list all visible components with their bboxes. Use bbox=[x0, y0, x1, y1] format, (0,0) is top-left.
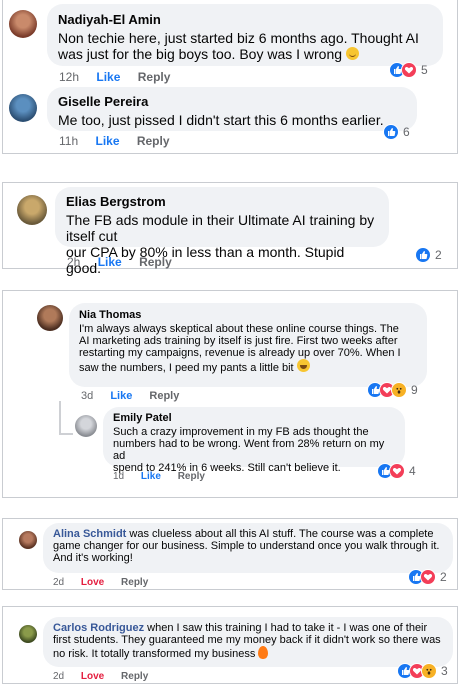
love-reaction-icon bbox=[389, 463, 405, 479]
comment-actions: 3d Like Reply bbox=[81, 390, 193, 402]
avatar[interactable] bbox=[9, 10, 37, 38]
comment-text: Carlos Rodriguez when I saw this trainin… bbox=[53, 622, 428, 634]
comment-card-5: Carlos Rodriguez when I saw this trainin… bbox=[2, 606, 458, 684]
comment-time[interactable]: 12h bbox=[59, 70, 79, 84]
comment-actions: 1d Like Reply bbox=[113, 471, 219, 482]
like-button[interactable]: Like bbox=[141, 471, 161, 482]
reaction-count: 9 bbox=[411, 383, 418, 397]
comment-text: Non techie here, just started biz 6 mont… bbox=[58, 30, 419, 46]
reply-button[interactable]: Reply bbox=[121, 671, 148, 682]
comment-text: And it's working! bbox=[53, 552, 133, 564]
comment-text: Alina Schmidt was clueless about all thi… bbox=[53, 528, 434, 540]
like-button[interactable]: Like bbox=[110, 390, 132, 402]
comment-card-4: Alina Schmidt was clueless about all thi… bbox=[2, 518, 458, 590]
like-button[interactable]: Like bbox=[96, 70, 120, 84]
thread-line bbox=[59, 433, 73, 435]
comment-author[interactable]: Nadiyah-El Amin bbox=[58, 12, 432, 27]
laughing-emoji-icon bbox=[296, 359, 310, 372]
comment-time[interactable]: 11h bbox=[59, 134, 78, 148]
comment-card-3: Nia Thomas I'm always always skeptical a… bbox=[2, 290, 458, 498]
reaction-summary[interactable]: 3 bbox=[397, 663, 448, 679]
comment-bubble: Carlos Rodriguez when I saw this trainin… bbox=[43, 617, 453, 667]
comment-bubble: Emily Patel Such a crazy improvement in … bbox=[103, 407, 405, 474]
reaction-summary[interactable]: 2 bbox=[408, 569, 447, 585]
comment-actions: 2h Like Reply bbox=[67, 255, 186, 269]
reaction-count: 6 bbox=[403, 125, 410, 139]
comment-actions: 11h Like Reply bbox=[59, 134, 184, 148]
reaction-count: 5 bbox=[421, 63, 428, 77]
avatar[interactable] bbox=[17, 195, 47, 225]
comment-actions: 12h Like Reply bbox=[59, 70, 184, 84]
comment-text: saw the numbers, I peed my pants a littl… bbox=[79, 359, 417, 374]
thread-line bbox=[59, 401, 61, 435]
comment-text: Me too, just pissed I didn't start this … bbox=[58, 112, 384, 128]
comment-author[interactable]: Nia Thomas bbox=[79, 309, 417, 321]
comment-text: no risk. It totally transformed my busin… bbox=[53, 646, 443, 660]
like-reaction-icon bbox=[383, 124, 399, 140]
like-button[interactable]: Like bbox=[98, 255, 122, 269]
comment-author[interactable]: Giselle Pereira bbox=[58, 94, 406, 109]
wow-reaction-icon bbox=[391, 382, 407, 398]
reply-button[interactable]: Reply bbox=[139, 255, 172, 269]
comment-text: AI marketing ads training by itself is j… bbox=[79, 335, 398, 347]
comment-bubble: Alina Schmidt was clueless about all thi… bbox=[43, 523, 453, 573]
reply-button[interactable]: Reply bbox=[121, 577, 148, 588]
reply-button[interactable]: Reply bbox=[178, 471, 205, 482]
comment-actions: 2d Love Reply bbox=[53, 577, 162, 588]
comment-text: The FB ads module in their Ultimate AI t… bbox=[66, 212, 375, 244]
reaction-count: 4 bbox=[409, 464, 416, 478]
reaction-count: 2 bbox=[435, 248, 442, 262]
comment-bubble: Nadiyah-El Amin Non techie here, just st… bbox=[47, 4, 443, 66]
reaction-count: 3 bbox=[441, 664, 448, 678]
reaction-summary[interactable]: 5 bbox=[389, 62, 428, 78]
comment-time[interactable]: 1d bbox=[113, 471, 124, 482]
avatar[interactable] bbox=[37, 305, 63, 331]
comment-actions: 2d Love Reply bbox=[53, 671, 162, 682]
like-button[interactable]: Like bbox=[95, 134, 119, 148]
reaction-summary[interactable]: 9 bbox=[367, 382, 418, 398]
reply-button[interactable]: Reply bbox=[149, 390, 179, 402]
comment-bubble: Elias Bergstrom The FB ads module in the… bbox=[55, 187, 389, 276]
comment-author[interactable]: Emily Patel bbox=[113, 412, 395, 424]
avatar[interactable] bbox=[9, 94, 37, 122]
comment-text: restarting my campaigns, revenue is alre… bbox=[79, 347, 401, 359]
comment-bubble: Nia Thomas I'm always always skeptical a… bbox=[69, 303, 427, 387]
reply-button[interactable]: Reply bbox=[137, 134, 170, 148]
wow-reaction-icon bbox=[421, 663, 437, 679]
comment-time[interactable]: 2d bbox=[53, 577, 64, 588]
love-reaction-icon bbox=[401, 62, 417, 78]
smile-emoji-icon bbox=[345, 47, 359, 60]
avatar[interactable] bbox=[19, 531, 37, 549]
comment-text: I'm always always skeptical about these … bbox=[79, 323, 399, 335]
like-reaction-icon bbox=[415, 247, 431, 263]
comment-text: was just for the big boys too. Boy was I… bbox=[58, 46, 432, 62]
comment-time[interactable]: 3d bbox=[81, 390, 93, 402]
reaction-summary[interactable]: 4 bbox=[377, 463, 416, 479]
fire-emoji-icon bbox=[258, 646, 269, 659]
comment-time[interactable]: 2d bbox=[53, 671, 64, 682]
reply-button[interactable]: Reply bbox=[138, 70, 171, 84]
reaction-count: 2 bbox=[440, 570, 447, 584]
reaction-summary[interactable]: 2 bbox=[415, 247, 442, 263]
comment-card-2: Elias Bergstrom The FB ads module in the… bbox=[2, 182, 458, 276]
comment-text: Such a crazy improvement in my FB ads th… bbox=[113, 426, 369, 438]
comment-author[interactable]: Elias Bergstrom bbox=[66, 194, 378, 209]
love-button[interactable]: Love bbox=[81, 671, 104, 682]
reaction-summary[interactable]: 6 bbox=[383, 124, 410, 140]
love-reaction-icon bbox=[420, 569, 436, 585]
comment-author[interactable]: Alina Schmidt bbox=[53, 528, 126, 540]
love-button[interactable]: Love bbox=[81, 577, 104, 588]
comment-text: game changer for our business. Simple to… bbox=[53, 540, 440, 552]
comment-author[interactable]: Carlos Rodriguez bbox=[53, 622, 144, 634]
comment-bubble: Giselle Pereira Me too, just pissed I di… bbox=[47, 87, 417, 131]
comment-card-1: Nadiyah-El Amin Non techie here, just st… bbox=[2, 0, 458, 154]
comment-text: numbers had to be wrong. Went from 28% r… bbox=[113, 438, 385, 462]
avatar[interactable] bbox=[19, 625, 37, 643]
comment-text: first students. They guaranteed me my mo… bbox=[53, 634, 441, 646]
comment-time[interactable]: 2h bbox=[67, 255, 80, 269]
avatar[interactable] bbox=[75, 415, 97, 437]
